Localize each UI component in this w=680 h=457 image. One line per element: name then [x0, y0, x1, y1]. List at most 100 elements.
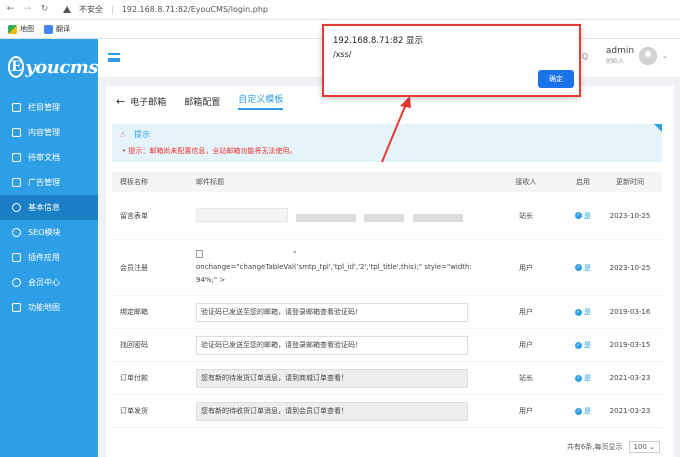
- enabled-toggle[interactable]: ✓ 是: [568, 211, 598, 221]
- enabled-toggle[interactable]: ✓ 是: [568, 373, 598, 383]
- sidebar-item-review[interactable]: 待审文档: [0, 145, 98, 170]
- user-role: 创始人: [605, 58, 624, 65]
- logo[interactable]: Eyoucms: [0, 39, 98, 95]
- layers-icon: [12, 103, 21, 112]
- updated-time: 2023-10-25: [609, 211, 651, 220]
- sidebar-item-label: 插件应用: [28, 253, 60, 262]
- subject-input[interactable]: 您有新的待收货订单消息，请到会员订单查看！: [196, 401, 468, 421]
- bookmark-map[interactable]: 地图: [8, 24, 34, 34]
- sidebar-item-label: 基本信息: [28, 203, 60, 212]
- grid-icon: [12, 303, 21, 312]
- sidebar-item-members[interactable]: 会员中心: [0, 270, 98, 295]
- check-icon: ✓: [575, 341, 582, 349]
- enabled-toggle[interactable]: ✓ 是: [568, 406, 598, 416]
- alert-message: /xss/: [333, 50, 352, 59]
- updated-time: 2023-10-25: [609, 263, 651, 272]
- main-content: ← 电子邮箱 邮箱配置 自定义模板 ☝ 提示 • 提示：邮箱尚未配置信息，全站邮…: [106, 86, 674, 457]
- sidebar-item-basic-info[interactable]: 基本信息: [0, 195, 98, 220]
- template-name: 留言表单: [120, 211, 148, 220]
- sidebar-menu: 栏目管理 内容管理 待审文档 广告管理 基本信息 SEO模块 插件应用 会员中心…: [0, 95, 98, 320]
- sidebar-item-seo[interactable]: SEO模块: [0, 220, 98, 245]
- subject-cell: 您有新的待发货订单消息，请到商城订单查看！: [196, 368, 484, 388]
- seo-icon: [12, 228, 21, 237]
- user-menu[interactable]: admin 创始人 ⌄: [606, 46, 668, 65]
- sidebar-item-label: 内容管理: [28, 128, 60, 137]
- page-size-select[interactable]: 100 ⌄: [628, 441, 660, 453]
- table-row: 找回密码 验证码已发送至您的邮箱，请登录邮箱查看验证码！ 用户 ✓ 是 2019-…: [112, 329, 662, 362]
- alert-dialog: 192.168.8.71:82 显示 /xss/ 确定: [322, 24, 581, 97]
- avatar[interactable]: [639, 46, 658, 65]
- enabled-label: 是: [584, 308, 591, 316]
- subject-cell: " onchange="changeTableVal('smtp_tpl','t…: [196, 248, 484, 287]
- table-row: 绑定邮箱 验证码已发送至您的邮箱，请登录邮箱查看验证码！ 用户 ✓ 是 2019-…: [112, 296, 662, 329]
- enabled-toggle[interactable]: ✓ 是: [568, 263, 598, 273]
- collapse-corner-icon[interactable]: [654, 124, 662, 132]
- back-arrow-icon: ←: [116, 94, 126, 108]
- table-row: 订单发货 您有新的待收货订单消息，请到会员订单查看！ 用户 ✓ 是 2021-03…: [112, 395, 662, 428]
- address-bar[interactable]: 192.168.8.71:82/EyouCMS/login.php: [122, 5, 268, 14]
- sidebar-item-ads[interactable]: 广告管理: [0, 170, 98, 195]
- template-name: 订单付款: [120, 374, 148, 382]
- check-icon: ✓: [575, 374, 582, 382]
- sidebar-item-label: 会员中心: [28, 278, 60, 287]
- updated-time: 2021-03-23: [609, 374, 651, 382]
- bookmark-translate[interactable]: 翻译: [44, 24, 70, 34]
- subject-input[interactable]: 您有新的待发货订单消息，请到商城订单查看！: [196, 368, 468, 388]
- table-row: 会员注册 " onchange="changeTableVal('smtp_tp…: [112, 240, 662, 296]
- template-name: 订单发货: [120, 407, 148, 415]
- tip-header[interactable]: ☝ 提示: [120, 129, 150, 140]
- logo-letter: E: [8, 56, 25, 78]
- enabled-label: 是: [584, 263, 591, 272]
- insecure-label[interactable]: 不安全: [79, 4, 103, 15]
- updated-time: 2021-03-23: [609, 407, 651, 415]
- logo-text: youcms: [25, 56, 98, 78]
- subject-input[interactable]: 验证码已发送至您的邮箱，请登录邮箱查看验证码！: [196, 335, 468, 355]
- enabled-label: 是: [584, 211, 591, 220]
- page-title: 电子邮箱: [130, 97, 167, 108]
- help-icon[interactable]: Q: [582, 52, 588, 61]
- review-icon: [12, 153, 21, 162]
- recipient: 用户: [519, 308, 533, 316]
- enabled-label: 是: [584, 341, 591, 349]
- sidebar-item-feature-map[interactable]: 功能地图: [0, 295, 98, 320]
- back-arrow-icon[interactable]: ←: [6, 5, 15, 14]
- template-name: 找回密码: [120, 341, 148, 349]
- document-icon: [12, 128, 21, 137]
- recipient: 站长: [519, 211, 533, 220]
- sidebar-item-content[interactable]: 内容管理: [0, 120, 98, 145]
- redacted-block: [364, 213, 405, 222]
- chevron-down-icon[interactable]: ⌄: [662, 52, 668, 60]
- sidebar-item-plugins[interactable]: 插件应用: [0, 245, 98, 270]
- col-subject: 邮件标题: [196, 178, 224, 186]
- tab-custom-template[interactable]: 自定义模板: [238, 92, 284, 110]
- tab-email-config[interactable]: 邮箱配置: [184, 95, 220, 108]
- back-nav[interactable]: ← 电子邮箱: [116, 95, 166, 108]
- enabled-label: 是: [584, 407, 591, 415]
- enabled-toggle[interactable]: ✓ 是: [568, 340, 598, 350]
- ok-button[interactable]: 确定: [538, 70, 574, 88]
- tip-message: • 提示：邮箱尚未配置信息，全站邮箱功能将无法使用。: [122, 147, 297, 155]
- subject-input[interactable]: [196, 207, 288, 222]
- table-row: 订单付款 您有新的待发货订单消息，请到商城订单查看！ 站长 ✓ 是 2021-03…: [112, 362, 662, 395]
- sidebar-item-column[interactable]: 栏目管理: [0, 95, 98, 120]
- tip-panel: ☝ 提示 • 提示：邮箱尚未配置信息，全站邮箱功能将无法使用。: [112, 124, 662, 162]
- page-size-value: 100: [633, 443, 647, 451]
- url-separator: |: [111, 5, 114, 14]
- bookmark-label: 翻译: [56, 25, 70, 33]
- recipient: 站长: [519, 374, 533, 382]
- enabled-toggle[interactable]: ✓ 是: [568, 307, 598, 317]
- template-name: 绑定邮箱: [120, 308, 148, 316]
- subject-input[interactable]: 验证码已发送至您的邮箱，请登录邮箱查看验证码！: [196, 302, 468, 322]
- ad-icon: [12, 178, 21, 187]
- subject-cell: 验证码已发送至您的邮箱，请登录邮箱查看验证码！: [196, 302, 484, 322]
- updated-time: 2019-03-15: [609, 341, 651, 349]
- gear-icon: [12, 203, 21, 212]
- reload-icon[interactable]: ↻: [40, 5, 49, 14]
- menu-toggle-icon[interactable]: [108, 53, 120, 62]
- sidebar-item-label: 广告管理: [28, 178, 60, 187]
- forward-arrow-icon[interactable]: →: [23, 5, 32, 14]
- pagination: 共有6条,每页显示 100 ⌄: [567, 441, 660, 453]
- hand-pointer-icon: ☝: [120, 130, 125, 139]
- recipient: 用户: [519, 263, 533, 272]
- sidebar: Eyoucms 栏目管理 内容管理 待审文档 广告管理 基本信息 SEO模块 插…: [0, 39, 98, 457]
